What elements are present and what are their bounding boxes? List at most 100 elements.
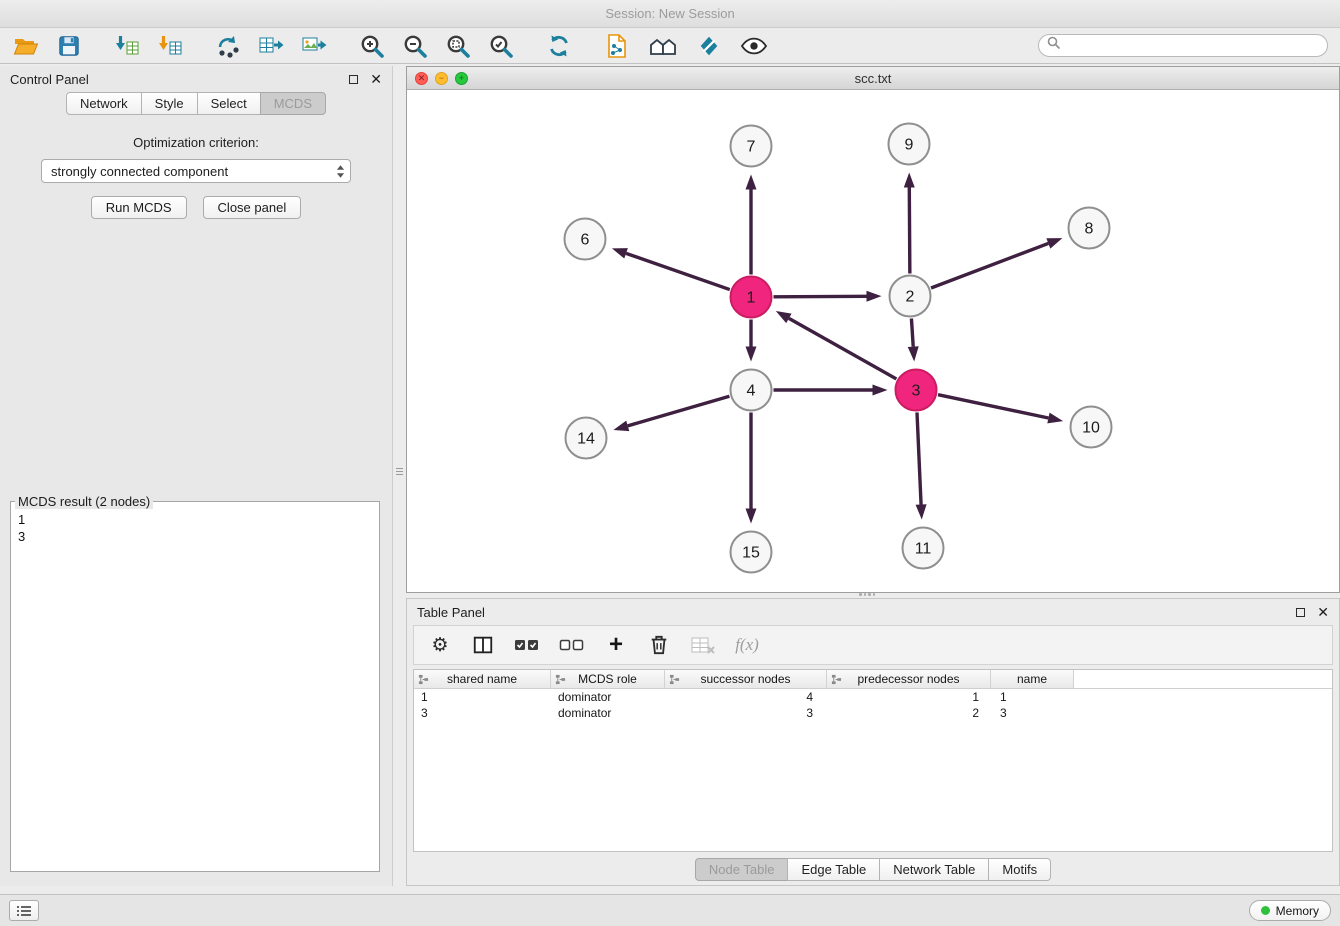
vertical-splitter[interactable] xyxy=(393,66,406,886)
graph-node-label: 14 xyxy=(577,431,595,448)
table-tabs: Node Table Edge Table Network Table Moti… xyxy=(407,858,1339,881)
cell-name[interactable]: 1 xyxy=(991,690,1074,704)
graph-edge[interactable] xyxy=(931,243,1048,288)
float-panel-icon[interactable] xyxy=(349,75,358,84)
column-header-mcds-role[interactable]: MCDS role xyxy=(551,670,665,688)
network-canvas[interactable]: 7968124314101511 xyxy=(407,90,1339,592)
show-panels-list-icon[interactable] xyxy=(9,900,39,921)
optimization-criterion-select[interactable]: strongly connected component xyxy=(41,159,351,183)
apply-style-icon[interactable] xyxy=(695,32,723,60)
graph-edge[interactable] xyxy=(911,318,913,346)
table-row[interactable]: 3 dominator 3 2 3 xyxy=(414,705,1332,721)
node-table: shared name MCDS role successor nodes pr… xyxy=(413,669,1333,852)
tab-edge-table[interactable]: Edge Table xyxy=(787,858,880,881)
window-title: Session: New Session xyxy=(605,6,734,21)
table-row[interactable]: 1 dominator 4 1 1 xyxy=(414,689,1332,705)
title-bar: Session: New Session xyxy=(0,0,1340,28)
graph-node-label: 15 xyxy=(742,545,760,562)
zoom-window-icon[interactable]: + xyxy=(455,72,468,85)
import-table-icon[interactable] xyxy=(156,32,184,60)
export-image-icon[interactable] xyxy=(300,32,328,60)
save-session-icon[interactable] xyxy=(55,32,83,60)
home-network-icon[interactable] xyxy=(646,32,680,60)
cell-successor-nodes[interactable]: 3 xyxy=(665,706,827,720)
cell-predecessor-nodes[interactable]: 2 xyxy=(827,706,991,720)
graph-edge[interactable] xyxy=(938,395,1048,418)
toolbar-group-export xyxy=(214,32,328,60)
search-icon xyxy=(1047,36,1061,55)
cell-mcds-role[interactable]: dominator xyxy=(551,690,665,704)
graph-edge[interactable] xyxy=(628,396,730,426)
tab-network[interactable]: Network xyxy=(66,92,142,115)
graph-node-label: 11 xyxy=(915,541,932,558)
cell-name[interactable]: 3 xyxy=(991,706,1074,720)
close-panel-icon[interactable]: ✕ xyxy=(370,72,382,86)
control-panel: Control Panel ✕ Network Style Select MCD… xyxy=(0,66,393,886)
zoom-selected-icon[interactable] xyxy=(487,32,515,60)
cell-shared-name[interactable]: 3 xyxy=(414,706,551,720)
graph-node-label: 4 xyxy=(747,383,756,400)
network-window: ✕ − + scc.txt 7968124314101511 xyxy=(406,66,1340,593)
cell-mcds-role[interactable]: dominator xyxy=(551,706,665,720)
graph-edge[interactable] xyxy=(909,187,910,273)
refresh-icon[interactable] xyxy=(545,32,573,60)
graph-edge[interactable] xyxy=(773,296,866,297)
column-header-predecessor-nodes[interactable]: predecessor nodes xyxy=(827,670,991,688)
graph-edge-arrowhead xyxy=(908,346,919,361)
graph-edge[interactable] xyxy=(789,318,897,379)
column-header-shared-name[interactable]: shared name xyxy=(414,670,551,688)
network-file-icon[interactable] xyxy=(603,32,631,60)
graph-edge[interactable] xyxy=(626,253,730,289)
close-window-icon[interactable]: ✕ xyxy=(415,72,428,85)
tab-select[interactable]: Select xyxy=(197,92,261,115)
memory-status-dot xyxy=(1261,906,1270,915)
search-input[interactable] xyxy=(1066,39,1319,53)
select-all-icon[interactable] xyxy=(514,632,540,658)
table-panel: Table Panel ✕ ⚙ + f(x) xyxy=(406,598,1340,886)
column-header-successor-nodes[interactable]: successor nodes xyxy=(665,670,827,688)
tab-style[interactable]: Style xyxy=(141,92,198,115)
graph-node-label: 9 xyxy=(905,137,914,154)
graph-edge[interactable] xyxy=(917,412,921,504)
export-table-icon[interactable] xyxy=(257,32,285,60)
status-bar: Memory xyxy=(0,894,1340,926)
import-network-icon[interactable] xyxy=(113,32,141,60)
cell-shared-name[interactable]: 1 xyxy=(414,690,551,704)
tab-node-table[interactable]: Node Table xyxy=(695,858,789,881)
graph-edge-arrowhead xyxy=(873,385,888,396)
memory-button[interactable]: Memory xyxy=(1249,900,1331,921)
column-header-name[interactable]: name xyxy=(991,670,1074,688)
zoom-in-icon[interactable] xyxy=(358,32,386,60)
show-graphics-details-icon[interactable] xyxy=(738,32,770,60)
add-column-icon[interactable]: + xyxy=(604,632,628,658)
tab-network-table[interactable]: Network Table xyxy=(879,858,989,881)
deselect-all-icon[interactable] xyxy=(559,632,585,658)
zoom-fit-icon[interactable] xyxy=(444,32,472,60)
close-panel-button[interactable]: Close panel xyxy=(203,196,302,219)
network-window-titlebar[interactable]: ✕ − + scc.txt xyxy=(407,67,1339,90)
minimize-window-icon[interactable]: − xyxy=(435,72,448,85)
graph-edge-arrowhead xyxy=(613,421,629,432)
cell-predecessor-nodes[interactable]: 1 xyxy=(827,690,991,704)
search-field[interactable] xyxy=(1038,34,1328,57)
splitter-grip-icon[interactable] xyxy=(396,466,403,477)
tab-motifs[interactable]: Motifs xyxy=(988,858,1051,881)
cell-successor-nodes[interactable]: 4 xyxy=(665,690,827,704)
show-columns-icon[interactable] xyxy=(471,632,495,658)
run-mcds-button[interactable]: Run MCDS xyxy=(91,196,187,219)
horizontal-splitter-grip-icon[interactable] xyxy=(859,593,875,596)
control-panel-tabs: Network Style Select MCDS xyxy=(0,92,392,115)
open-folder-icon[interactable] xyxy=(12,32,40,60)
zoom-out-icon[interactable] xyxy=(401,32,429,60)
tab-mcds[interactable]: MCDS xyxy=(260,92,326,115)
table-settings-gear-icon[interactable]: ⚙ xyxy=(428,632,452,658)
graph-edge-arrowhead xyxy=(746,509,757,524)
close-table-panel-icon[interactable]: ✕ xyxy=(1317,605,1329,619)
float-table-panel-icon[interactable] xyxy=(1296,608,1305,617)
toolbar-group-refresh xyxy=(545,32,573,60)
delete-column-icon[interactable] xyxy=(647,632,671,658)
application-window: Session: New Session xyxy=(0,0,1340,926)
graph-node-label: 2 xyxy=(906,289,915,306)
export-network-icon[interactable] xyxy=(214,32,242,60)
graph-node-label: 8 xyxy=(1085,221,1094,238)
